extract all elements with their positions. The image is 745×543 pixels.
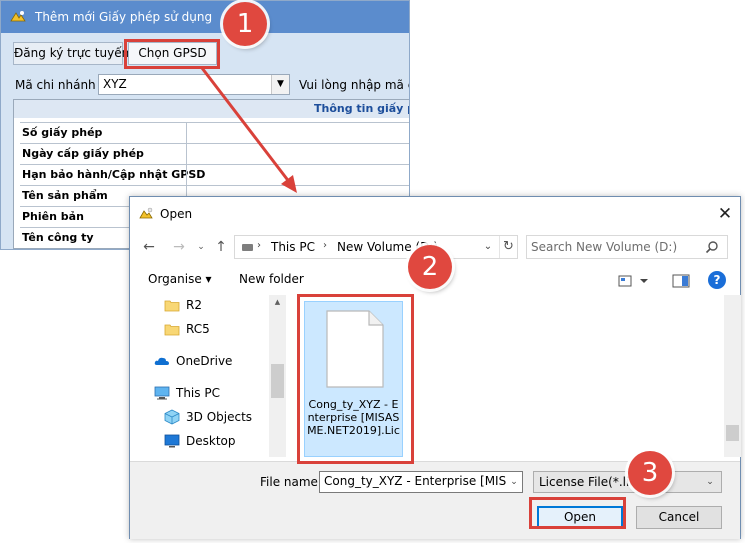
license-window-title: Thêm mới Giấy phép sử dụng [35, 10, 213, 24]
forward-arrow-icon[interactable]: → [168, 236, 190, 258]
license-window-titlebar: Thêm mới Giấy phép sử dụng [1, 1, 409, 33]
onedrive-icon [154, 357, 169, 365]
organise-button[interactable]: Organise ▾ [148, 272, 212, 286]
license-info-label: Hạn bảo hành/Cập nhật GPSD [22, 168, 206, 181]
chevron-down-icon[interactable]: ⌄ [703, 472, 717, 492]
navigation-pane: R2 RC5 OneDrive This PC 3D Objects Deskt… [130, 295, 286, 457]
license-info-label: Số giấy phép [22, 126, 103, 139]
preview-pane-icon[interactable] [672, 272, 690, 290]
license-info-header: Thông tin giấy phé [14, 100, 409, 118]
open-dialog-icon [139, 207, 153, 219]
chevron-down-icon[interactable]: ⌄ [506, 472, 522, 492]
annotation-box-open-button [529, 497, 626, 529]
breadcrumb-separator-icon[interactable]: › [257, 240, 261, 251]
license-info-row: Số giấy phép [20, 122, 409, 144]
branch-code-select[interactable]: XYZ ▼ [98, 74, 290, 95]
open-dialog-titlebar: Open ✕ [130, 197, 740, 230]
search-input[interactable] [531, 238, 701, 256]
desktop-icon [164, 434, 180, 448]
file-list-scrollbar[interactable] [724, 295, 741, 457]
close-icon[interactable]: ✕ [714, 203, 736, 225]
sidebar-item-label: Desktop [186, 434, 236, 448]
recent-locations-icon[interactable]: ⌄ [190, 236, 212, 258]
search-box[interactable] [526, 235, 728, 259]
open-dialog-title: Open [160, 207, 193, 221]
license-info-value [186, 144, 409, 164]
help-icon[interactable]: ? [708, 271, 726, 289]
sidebar-item-label: R2 [186, 298, 202, 312]
search-icon[interactable] [705, 240, 719, 254]
change-view-icon[interactable] [618, 272, 652, 290]
sidebar-item-label: RC5 [186, 322, 210, 336]
license-info-label: Tên công ty [22, 231, 94, 244]
tab-online-registration[interactable]: Đăng ký trực tuyến [13, 42, 129, 65]
cancel-button[interactable]: Cancel [636, 506, 722, 529]
file-name-input[interactable]: Cong_ty_XYZ - Enterprise [MISASM ⌄ [319, 471, 523, 493]
file-name-value: Cong_ty_XYZ - Enterprise [MISASM [324, 474, 523, 488]
refresh-icon[interactable]: ↻ [499, 236, 517, 258]
callout-step-3: 3 [628, 451, 672, 495]
license-info-value [186, 123, 409, 143]
license-app-icon [10, 11, 26, 22]
breadcrumb-this-pc[interactable]: This PC [271, 240, 315, 254]
callout-step-1: 1 [223, 2, 267, 46]
breadcrumb-separator-icon[interactable]: › [323, 240, 327, 251]
branch-code-label: Mã chi nhánh [15, 78, 96, 92]
pc-icon [154, 386, 170, 400]
address-bar[interactable]: › This PC › New Volume (D:) ⌄ ↻ [234, 235, 518, 259]
cube-icon [164, 409, 180, 425]
back-arrow-icon[interactable]: ← [138, 236, 160, 258]
sidebar-item-label: 3D Objects [186, 410, 253, 424]
folder-icon [164, 324, 180, 336]
file-name-label: File name: [260, 475, 322, 489]
annotation-box-file [297, 294, 414, 464]
sidebar-item-label: This PC [176, 386, 220, 400]
navigation-scrollbar[interactable]: ▲ [269, 295, 286, 457]
callout-step-2: 2 [408, 245, 452, 289]
branch-hint-text: Vui lòng nhập mã chi n [299, 78, 409, 92]
folder-icon [164, 300, 180, 312]
sidebar-item-label: OneDrive [176, 354, 233, 368]
chevron-down-icon[interactable]: ⌄ [479, 236, 497, 258]
license-info-label: Tên sản phẩm [22, 189, 108, 202]
license-info-label: Ngày cấp giấy phép [22, 147, 144, 160]
drive-icon [242, 244, 253, 251]
branch-code-value: XYZ [103, 77, 127, 91]
up-arrow-icon[interactable]: ↑ [210, 236, 232, 258]
new-folder-button[interactable]: New folder [239, 272, 304, 286]
annotation-box-gpsd-tab [124, 39, 220, 69]
license-info-row: Ngày cấp giấy phép [20, 143, 409, 165]
chevron-down-icon[interactable]: ▼ [271, 75, 289, 94]
scroll-up-icon[interactable]: ▲ [269, 295, 286, 309]
license-info-label: Phiên bản [22, 210, 84, 223]
license-info-value [186, 165, 409, 185]
license-info-row: Hạn bảo hành/Cập nhật GPSD [20, 164, 409, 186]
file-list-scroll-thumb[interactable] [726, 425, 739, 441]
file-type-value: License File(*.lic) [539, 475, 641, 489]
navigation-scroll-thumb[interactable] [271, 364, 284, 398]
